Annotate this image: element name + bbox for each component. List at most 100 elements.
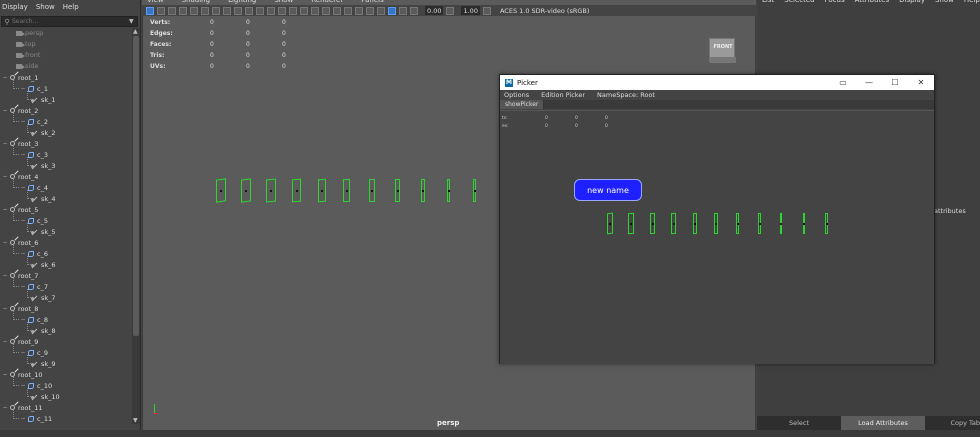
- nurbs-controller[interactable]: [421, 179, 425, 202]
- outliner-curve-item[interactable]: − c_7: [20, 281, 47, 292]
- outliner-skin-joint-item[interactable]: sk_4: [30, 193, 56, 204]
- collapse-icon[interactable]: −: [2, 272, 8, 279]
- outliner-root-item[interactable]: − root_10: [2, 369, 42, 380]
- nurbs-controller[interactable]: [473, 179, 476, 202]
- outliner-root-item[interactable]: − root_7: [2, 270, 38, 281]
- picker-controller[interactable]: [825, 213, 828, 234]
- bookmark-icon[interactable]: [168, 6, 176, 15]
- picker-controller[interactable]: [693, 212, 697, 235]
- collapse-icon[interactable]: −: [20, 250, 26, 257]
- picker-controller[interactable]: [736, 213, 739, 234]
- nurbs-controller[interactable]: [369, 178, 375, 203]
- picker-title-bar[interactable]: M Picker ▭ — ☐ ✕: [500, 75, 934, 90]
- collapse-icon[interactable]: −: [2, 338, 8, 345]
- ambient-occlusion-icon[interactable]: [322, 6, 330, 15]
- outliner-skin-joint-item[interactable]: sk_10: [30, 391, 60, 402]
- outliner-root-item[interactable]: − root_11: [2, 402, 42, 413]
- gate-mask-icon[interactable]: [223, 6, 231, 15]
- collapse-icon[interactable]: −: [20, 151, 26, 158]
- picker-menu-namespace[interactable]: NameSpace: Root: [597, 91, 655, 99]
- outliner-skin-joint-item[interactable]: sk_5: [30, 226, 56, 237]
- wireframe-icon[interactable]: [256, 6, 264, 15]
- rp-menu-display[interactable]: Display: [899, 0, 925, 5]
- camera-attributes-icon[interactable]: [157, 6, 165, 15]
- outliner-curve-item[interactable]: − c_3: [20, 149, 47, 160]
- close-icon[interactable]: ✕: [908, 78, 934, 87]
- image-plane-icon[interactable]: [179, 6, 187, 15]
- safe-action-icon[interactable]: [245, 6, 253, 15]
- rp-menu-show[interactable]: Show: [935, 0, 954, 5]
- outliner-curve-item[interactable]: − c_1: [20, 83, 47, 94]
- maximize-icon[interactable]: ☐: [882, 78, 908, 87]
- exposure-icon[interactable]: [410, 6, 418, 15]
- search-dropdown-icon[interactable]: ▼: [129, 18, 137, 25]
- color-management-icon[interactable]: [482, 6, 491, 15]
- shadows-icon[interactable]: [311, 6, 319, 15]
- tab-showpicker[interactable]: showPicker: [500, 100, 545, 109]
- collapse-icon[interactable]: −: [2, 239, 8, 246]
- nurbs-controller[interactable]: [266, 178, 276, 203]
- collapse-icon[interactable]: −: [2, 371, 8, 378]
- picker-controller[interactable]: [671, 212, 676, 235]
- isolate-select-icon[interactable]: [366, 6, 374, 15]
- outliner-camera-item[interactable]: persp: [16, 28, 43, 38]
- collapse-icon[interactable]: −: [2, 140, 8, 147]
- outliner-root-item[interactable]: − root_8: [2, 303, 38, 314]
- outliner-skin-joint-item[interactable]: sk_3: [30, 160, 56, 171]
- outliner-root-item[interactable]: − root_6: [2, 237, 38, 248]
- outliner-root-item[interactable]: − root_4: [2, 171, 38, 182]
- rp-menu-attributes[interactable]: Attributes: [855, 0, 890, 5]
- outliner-skin-joint-item[interactable]: sk_1: [30, 94, 56, 105]
- nurbs-controller[interactable]: [216, 178, 226, 203]
- collapse-icon[interactable]: −: [20, 217, 26, 224]
- scroll-down-icon[interactable]: ▼: [133, 417, 138, 424]
- motion-blur-icon[interactable]: [333, 6, 341, 15]
- select-camera-icon[interactable]: [146, 6, 154, 15]
- outliner-menu-help[interactable]: Help: [63, 3, 79, 13]
- lights-icon[interactable]: [300, 6, 308, 15]
- rp-menu-focus[interactable]: Focus: [825, 0, 845, 5]
- capture-icon[interactable]: ▭: [830, 78, 856, 87]
- gamma-icon[interactable]: [446, 6, 455, 15]
- collapse-icon[interactable]: −: [20, 415, 26, 422]
- nurbs-controller[interactable]: [343, 178, 350, 203]
- outliner-curve-item[interactable]: − c_11: [20, 413, 52, 424]
- exposure-field[interactable]: 0.00: [425, 6, 444, 15]
- picker-menu-edition[interactable]: Edition Picker: [541, 91, 585, 99]
- picker-controller[interactable]: [650, 212, 655, 235]
- depth-of-field-icon[interactable]: [355, 6, 363, 15]
- outliner-curve-item[interactable]: − c_8: [20, 314, 47, 325]
- collapse-icon[interactable]: −: [20, 118, 26, 125]
- new-name-button[interactable]: new name: [574, 179, 642, 201]
- collapse-icon[interactable]: −: [20, 382, 26, 389]
- collapse-icon[interactable]: −: [2, 173, 8, 180]
- outliner-curve-item[interactable]: − c_6: [20, 248, 47, 259]
- nurbs-controller[interactable]: [447, 179, 450, 202]
- rp-menu-help[interactable]: Help: [964, 0, 980, 5]
- outliner-camera-item[interactable]: side: [16, 60, 38, 71]
- outliner-camera-item[interactable]: top: [16, 38, 36, 49]
- select-button[interactable]: Select: [757, 416, 841, 430]
- collapse-icon[interactable]: −: [20, 85, 26, 92]
- outliner-curve-item[interactable]: − c_5: [20, 215, 47, 226]
- collapse-icon[interactable]: −: [20, 349, 26, 356]
- scroll-up-icon[interactable]: ▲: [133, 28, 138, 35]
- outliner-root-item[interactable]: − root_9: [2, 336, 38, 347]
- resolution-gate-icon[interactable]: [212, 6, 220, 15]
- nurbs-controller[interactable]: [241, 178, 251, 203]
- outliner-scroll-thumb[interactable]: [133, 36, 139, 336]
- picker-controller[interactable]: [758, 213, 761, 234]
- copy-tab-button[interactable]: Copy Tab: [925, 416, 980, 430]
- outliner-root-item[interactable]: − root_5: [2, 204, 38, 215]
- gamma-field[interactable]: 1.00: [461, 6, 480, 15]
- picker-canvas[interactable]: ts: 0 0 0 es: 0 0 0 new name: [500, 110, 934, 364]
- picker-controller[interactable]: [780, 213, 782, 234]
- color-space-label[interactable]: ACES 1.0 SDR-video (sRGB): [500, 7, 589, 15]
- nurbs-controller[interactable]: [395, 178, 400, 203]
- picker-menu-options[interactable]: Options: [504, 91, 529, 99]
- outliner-camera-item[interactable]: front: [16, 49, 40, 60]
- default-material-icon[interactable]: [278, 6, 286, 15]
- outliner-curve-item[interactable]: − c_2: [20, 116, 47, 127]
- minimize-icon[interactable]: —: [856, 78, 882, 87]
- picker-controller[interactable]: [714, 212, 718, 235]
